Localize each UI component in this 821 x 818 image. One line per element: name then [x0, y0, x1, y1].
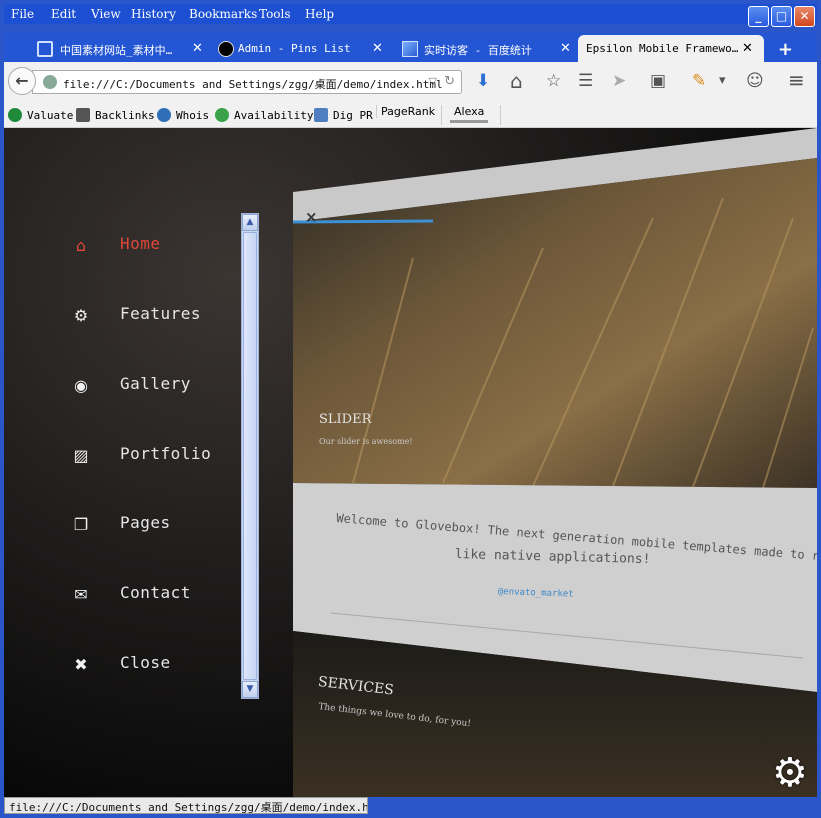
- bookmark-dig-pr[interactable]: Dig PR: [314, 108, 373, 122]
- sidebar-item-pages[interactable]: ❐ Pages: [70, 513, 240, 543]
- minimize-button[interactable]: _: [748, 6, 769, 27]
- window-controls: _ □ ✕: [746, 5, 815, 27]
- tab-label: Admin - Pins List: [238, 42, 351, 55]
- send-icon[interactable]: ➤: [612, 71, 626, 91]
- page-icon: [37, 41, 53, 57]
- browser-window: File Edit View History Bookmarks Tools H…: [0, 0, 821, 818]
- chart-icon: [402, 41, 418, 57]
- scroll-down-button[interactable]: ▼: [242, 681, 258, 698]
- scroll-thumb[interactable]: [243, 232, 257, 680]
- close-window-button[interactable]: ✕: [794, 6, 815, 27]
- sidebar-item-home[interactable]: ⌂ Home: [70, 234, 240, 264]
- side-menu: ⌂ Home ⚙ Features ◉ Gallery ▨ Portfolio …: [4, 128, 244, 797]
- sidebar-item-label: Home: [120, 234, 161, 253]
- url-dropdown-icon[interactable]: ▽: [429, 75, 437, 88]
- bookmark-pagerank[interactable]: PageRank: [376, 105, 435, 118]
- sidebar-item-label: Portfolio: [120, 444, 212, 463]
- camera-icon: ◉: [74, 376, 88, 395]
- tab-label: 中国素材网站_素材中…: [60, 44, 173, 57]
- tab-strip: 中国素材网站_素材中… ✕ Admin - Pins List ✕ 实时访客 -…: [4, 33, 817, 62]
- extension-menu-icon[interactable]: ▾: [719, 73, 726, 88]
- bookmark-star-icon[interactable]: ☆: [546, 71, 561, 91]
- menu-bar: File Edit View History Bookmarks Tools H…: [4, 4, 817, 24]
- navigation-bar: file:///C:/Documents and Settings/zgg/桌面…: [4, 62, 817, 100]
- sidebar-item-label: Contact: [120, 583, 191, 602]
- url-bar[interactable]: file:///C:/Documents and Settings/zgg/桌面…: [32, 70, 462, 94]
- home-icon[interactable]: ⌂: [510, 69, 523, 93]
- network-icon: [314, 108, 328, 122]
- menu-tools[interactable]: Tools: [259, 7, 291, 21]
- reading-list-icon[interactable]: ☰: [578, 71, 593, 91]
- sidebar-item-label: Pages: [120, 513, 171, 532]
- reload-icon[interactable]: ↻: [444, 74, 455, 89]
- bookmark-whois[interactable]: Whois: [157, 108, 209, 122]
- globe-icon: [157, 108, 171, 122]
- scroll-up-button[interactable]: ▲: [242, 214, 258, 231]
- search-icon: [215, 108, 229, 122]
- menu-view[interactable]: View: [91, 7, 121, 21]
- dollar-icon: [8, 108, 22, 122]
- tab-sucai[interactable]: 中国素材网站_素材中… ✕: [12, 35, 206, 62]
- page-preview-card: × SLIDER Our slider is awesome! Welcome …: [293, 128, 817, 797]
- sidebar-item-features[interactable]: ⚙ Features: [70, 304, 240, 334]
- tab-label: 实时访客 - 百度统计: [424, 44, 532, 57]
- envelope-icon: ✉: [74, 585, 88, 604]
- sidebar-item-label: Gallery: [120, 374, 191, 393]
- settings-gear-icon[interactable]: ⚙: [772, 750, 808, 796]
- menu-help[interactable]: Help: [305, 7, 334, 21]
- bookmark-label: Valuate: [27, 109, 74, 122]
- slider-subtitle: Our slider is awesome!: [319, 437, 413, 446]
- maximize-button[interactable]: □: [771, 6, 792, 27]
- bookmark-label: Backlinks: [95, 109, 155, 122]
- bookmark-label: Availability: [234, 109, 314, 122]
- sidebar-item-gallery[interactable]: ◉ Gallery: [70, 374, 240, 404]
- sidebar-item-portfolio[interactable]: ▨ Portfolio: [70, 444, 240, 474]
- card-close-icon[interactable]: ×: [305, 208, 318, 226]
- download-icon[interactable]: ⬇: [476, 71, 490, 91]
- image-icon: ▨: [73, 446, 89, 465]
- menu-edit[interactable]: Edit: [51, 7, 76, 21]
- menu-file[interactable]: File: [11, 7, 34, 21]
- status-bar: file:///C:/Documents and Settings/zgg/桌面…: [4, 797, 368, 814]
- smiley-icon[interactable]: ☺: [746, 71, 764, 91]
- menu-bookmarks[interactable]: Bookmarks: [189, 7, 257, 21]
- alexa-rank-bar: [450, 120, 488, 123]
- tab-label: Epsilon Mobile Framewo…: [586, 42, 739, 55]
- back-button[interactable]: ←: [8, 67, 36, 95]
- sidebar-scrollbar[interactable]: ▲ ▼: [241, 213, 259, 699]
- bookmark-label: Dig PR: [333, 109, 373, 122]
- symfony-icon: [218, 41, 234, 57]
- globe-icon: [43, 75, 57, 89]
- sidebar-item-contact[interactable]: ✉ Contact: [70, 583, 240, 613]
- url-text: file:///C:/Documents and Settings/zgg/桌面…: [63, 78, 443, 91]
- new-tab-button[interactable]: +: [778, 39, 793, 60]
- arrows-icon: [76, 108, 90, 122]
- card-graphics: [293, 128, 817, 797]
- slider-title: SLIDER: [319, 412, 372, 427]
- close-icon: ✖: [74, 655, 88, 674]
- bookmark-backlinks[interactable]: Backlinks: [76, 108, 155, 122]
- tab-epsilon[interactable]: Epsilon Mobile Framewo… ✕: [578, 35, 764, 62]
- extension-icon[interactable]: ✎: [692, 71, 706, 91]
- tab-baidu-stats[interactable]: 实时访客 - 百度统计 ✕: [392, 35, 576, 62]
- page-content: ⌂ Home ⚙ Features ◉ Gallery ▨ Portfolio …: [4, 128, 817, 797]
- copy-icon: ❐: [73, 515, 89, 534]
- pocket-icon[interactable]: ▣: [650, 71, 666, 91]
- tab-close-icon[interactable]: ✕: [742, 41, 753, 56]
- menu-history[interactable]: History: [131, 7, 176, 21]
- bookmark-valuate[interactable]: Valuate: [8, 108, 73, 122]
- sidebar-item-label: Close: [120, 653, 171, 672]
- sidebar-item-label: Features: [120, 304, 202, 323]
- home-icon: ⌂: [75, 236, 87, 255]
- tab-close-icon[interactable]: ✕: [560, 41, 571, 56]
- bookmark-availability[interactable]: Availability: [215, 108, 313, 122]
- bookmark-label: Whois: [176, 109, 210, 122]
- bookmarks-toolbar: Valuate Backlinks Whois Availability Dig…: [4, 100, 817, 128]
- tab-close-icon[interactable]: ✕: [192, 41, 203, 56]
- sidebar-item-close[interactable]: ✖ Close: [70, 653, 240, 683]
- tab-close-icon[interactable]: ✕: [372, 41, 383, 56]
- hamburger-menu-icon[interactable]: ≡: [788, 68, 805, 92]
- gear-icon: ⚙: [73, 306, 89, 325]
- tab-admin-pins[interactable]: Admin - Pins List ✕: [206, 35, 390, 62]
